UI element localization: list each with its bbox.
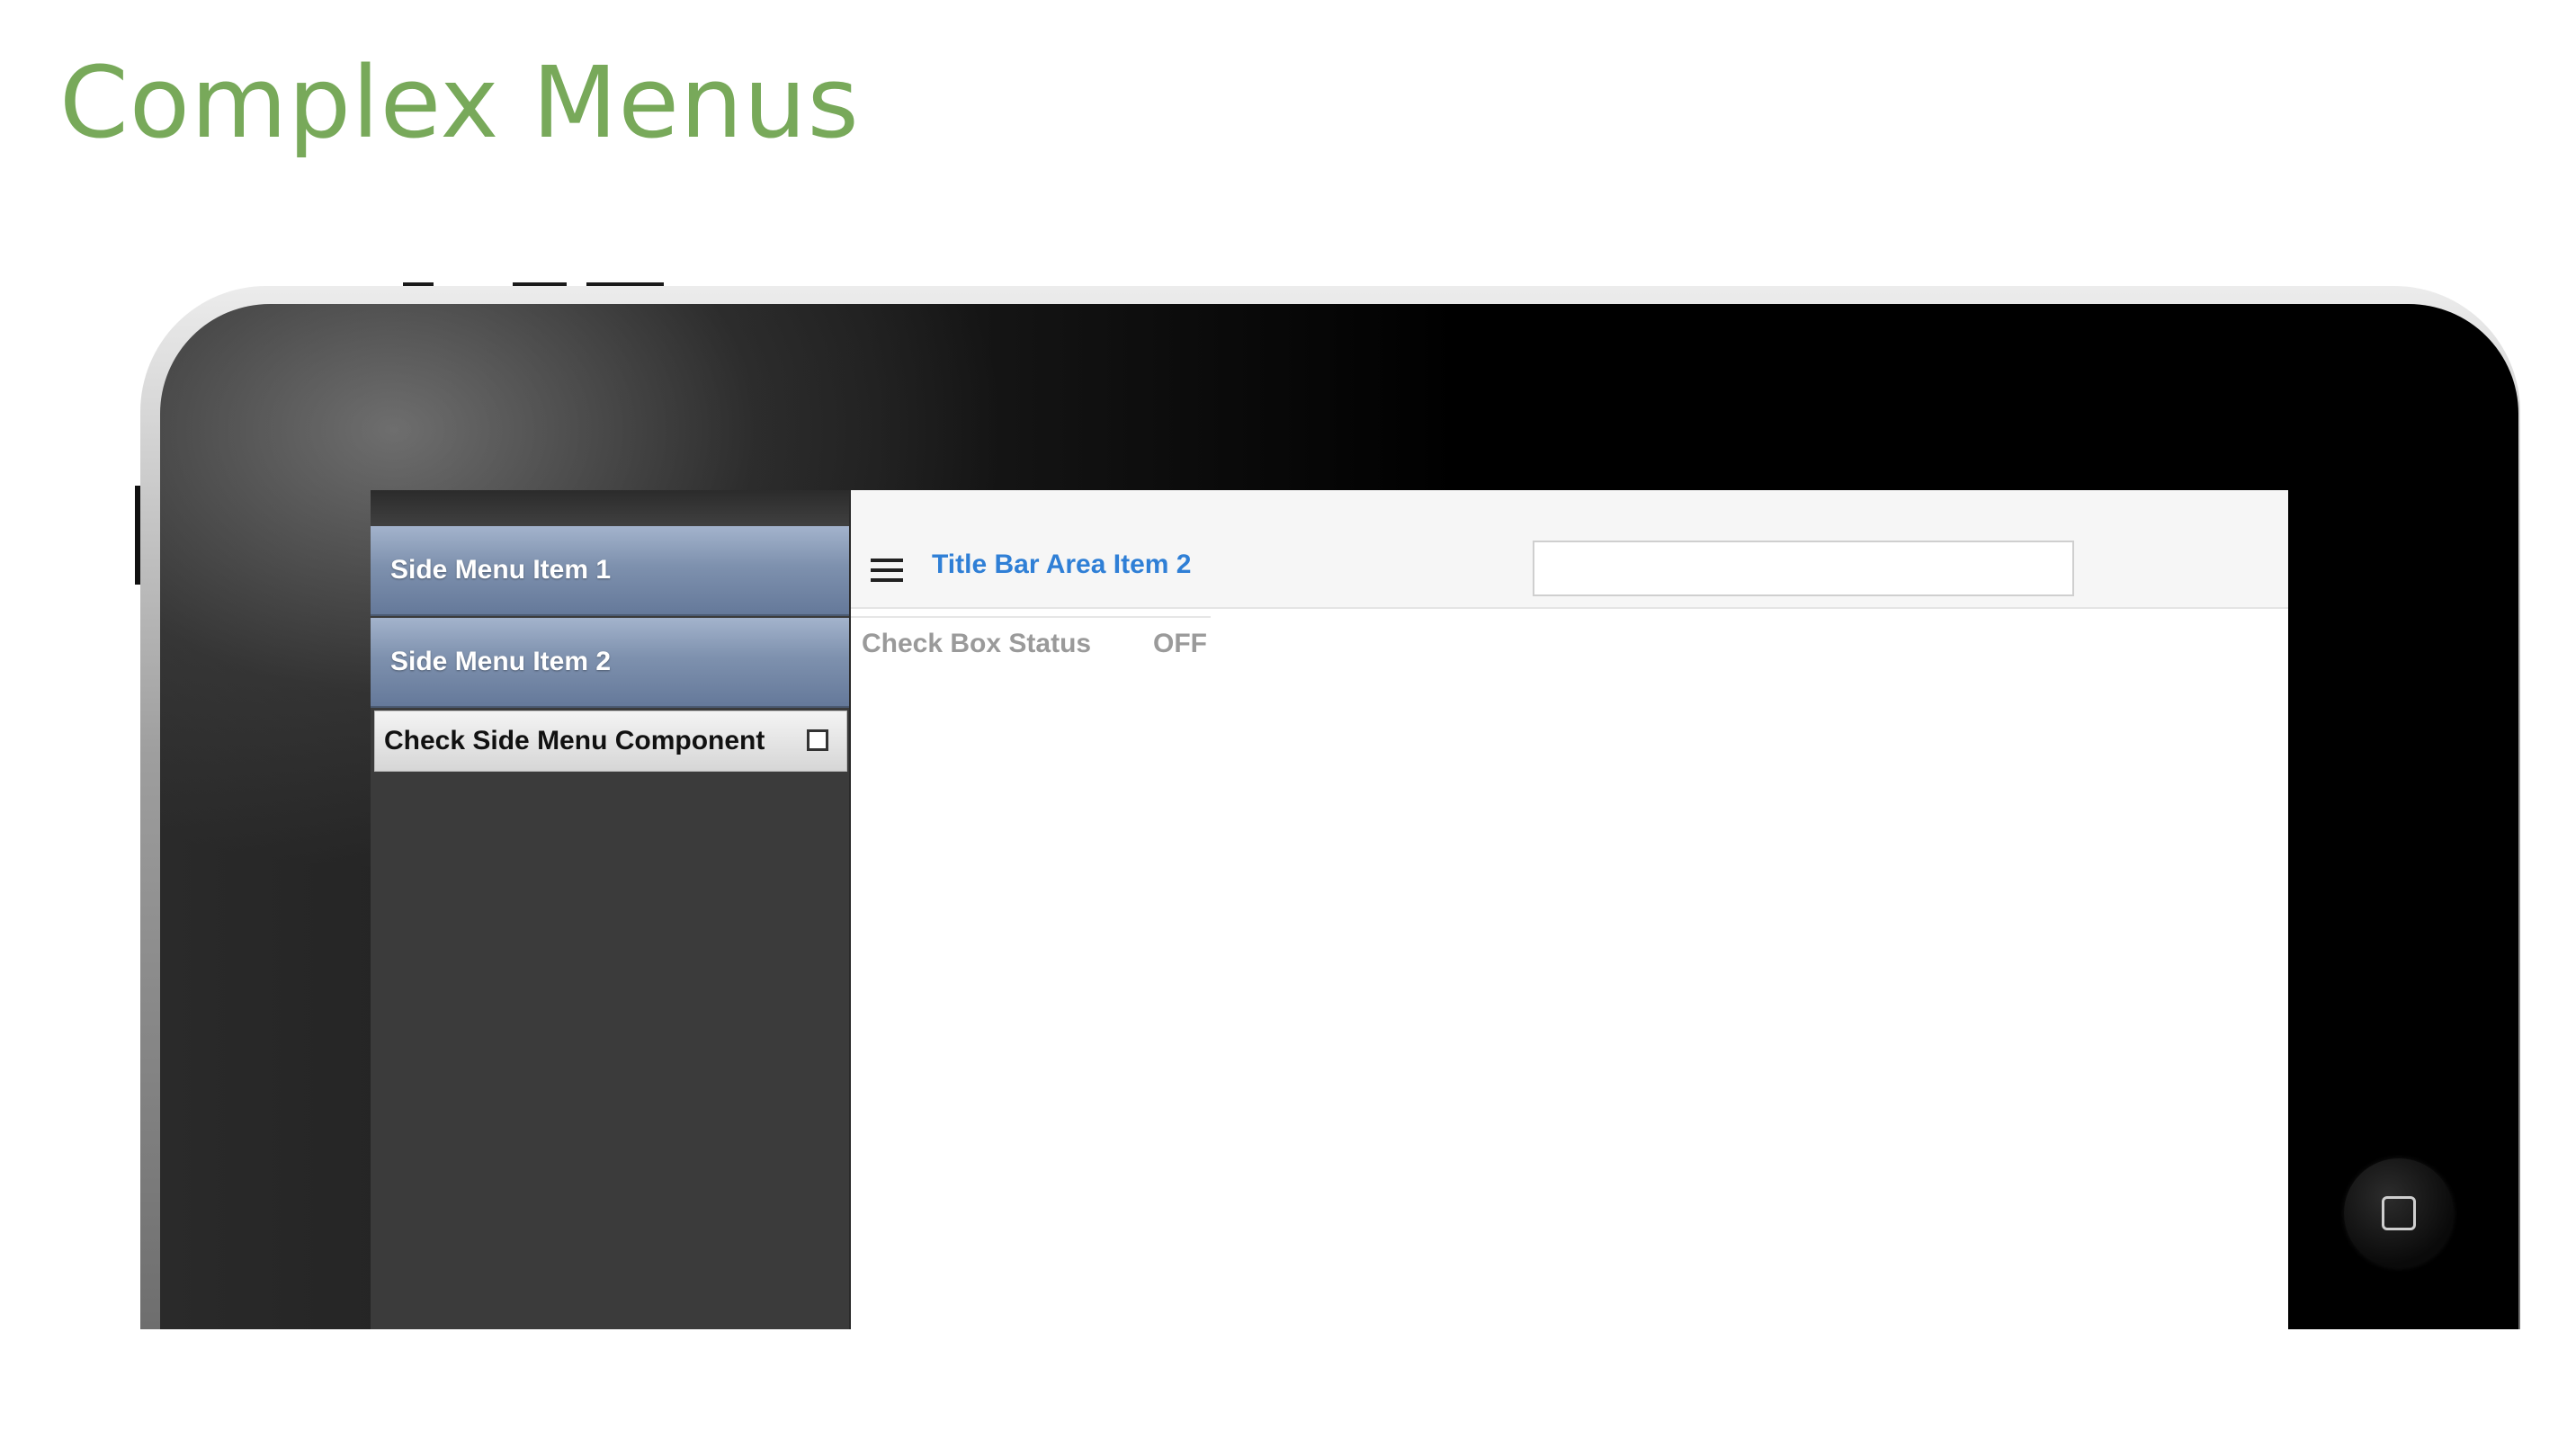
app-screen: Side Menu Item 1 Side Menu Item 2 Check …	[371, 490, 2288, 1329]
side-menu-item-1[interactable]: Side Menu Item 1	[371, 526, 849, 616]
side-menu: Side Menu Item 1 Side Menu Item 2 Check …	[371, 490, 851, 1329]
check-box-status-row: Check Box Status OFF	[851, 616, 1211, 672]
side-menu-header	[371, 490, 849, 526]
title-bar-area-item-2[interactable]: Title Bar Area Item 2	[932, 550, 1191, 580]
home-square-icon	[2382, 1196, 2416, 1230]
check-side-menu-label: Check Side Menu Component	[384, 726, 765, 755]
title-bar-text-input[interactable]	[1533, 541, 2074, 596]
device-side-switch	[135, 486, 140, 585]
home-button-icon[interactable]	[2344, 1158, 2454, 1268]
title-bar: Title Bar Area Item 2	[851, 490, 2288, 609]
side-menu-item-2[interactable]: Side Menu Item 2	[371, 618, 849, 708]
slide-title: Complex Menus	[59, 45, 860, 160]
hamburger-menu-icon[interactable]	[871, 559, 903, 584]
checkbox-icon[interactable]	[807, 729, 828, 751]
main-content: Title Bar Area Item 2 Check Box Status O…	[851, 490, 2288, 1329]
check-box-status-value: OFF	[1153, 629, 1207, 658]
slide: Complex Menus Side Menu Item 1 Side Menu…	[0, 0, 2576, 1439]
check-side-menu-component[interactable]: Check Side Menu Component	[374, 711, 847, 772]
check-box-status-label: Check Box Status	[862, 629, 1092, 658]
